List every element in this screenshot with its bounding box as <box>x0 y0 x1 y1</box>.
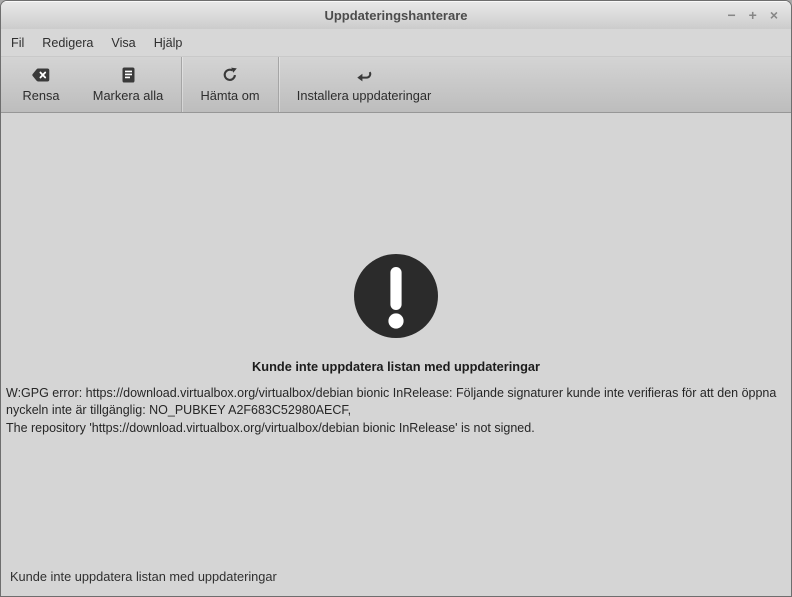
menu-help[interactable]: Hjälp <box>145 32 192 54</box>
error-line-1: W:GPG error: https://download.virtualbox… <box>6 386 777 400</box>
install-updates-button[interactable]: Installera uppdateringar <box>279 57 449 112</box>
exclamation-circle-icon <box>354 254 438 338</box>
clear-button[interactable]: Rensa <box>7 57 75 112</box>
close-button[interactable]: × <box>770 8 778 22</box>
menu-file[interactable]: Fil <box>2 32 33 54</box>
refresh-button[interactable]: Hämta om <box>182 57 278 112</box>
error-line-2: nyckeln inte är tillgänglig: NO_PUBKEY A… <box>6 403 352 418</box>
install-updates-button-label: Installera uppdateringar <box>296 87 432 103</box>
update-manager-window: Uppdateringshanterare − + × Fil Redigera… <box>0 0 792 597</box>
content-area: Kunde inte uppdatera listan med uppdater… <box>1 113 791 556</box>
window-title: Uppdateringshanterare <box>324 7 468 23</box>
statusbar-text: Kunde inte uppdatera listan med uppdater… <box>10 568 277 584</box>
maximize-button[interactable]: + <box>749 8 757 22</box>
select-all-document-icon <box>122 67 135 83</box>
refresh-icon <box>222 67 238 83</box>
toolbar: Rensa Markera alla Hämta om Installera u… <box>1 56 791 113</box>
return-arrow-icon <box>356 67 373 83</box>
error-heading: Kunde inte uppdatera listan med uppdater… <box>252 359 540 374</box>
window-controls: − + × <box>727 8 791 22</box>
statusbar: Kunde inte uppdatera listan med uppdater… <box>1 556 791 596</box>
select-all-button[interactable]: Markera alla <box>75 57 181 112</box>
menu-view[interactable]: Visa <box>102 32 144 54</box>
select-all-button-label: Markera alla <box>92 87 164 103</box>
refresh-button-label: Hämta om <box>200 87 260 103</box>
backspace-clear-icon <box>32 67 50 83</box>
minimize-button[interactable]: − <box>727 8 735 22</box>
menu-edit[interactable]: Redigera <box>33 32 102 54</box>
error-line-3: The repository 'https://download.virtual… <box>6 420 535 435</box>
titlebar: Uppdateringshanterare − + × <box>1 1 791 29</box>
menubar: Fil Redigera Visa Hjälp <box>1 29 791 56</box>
clear-button-label: Rensa <box>22 87 60 103</box>
error-details: W:GPG error: https://download.virtualbox… <box>6 385 791 437</box>
